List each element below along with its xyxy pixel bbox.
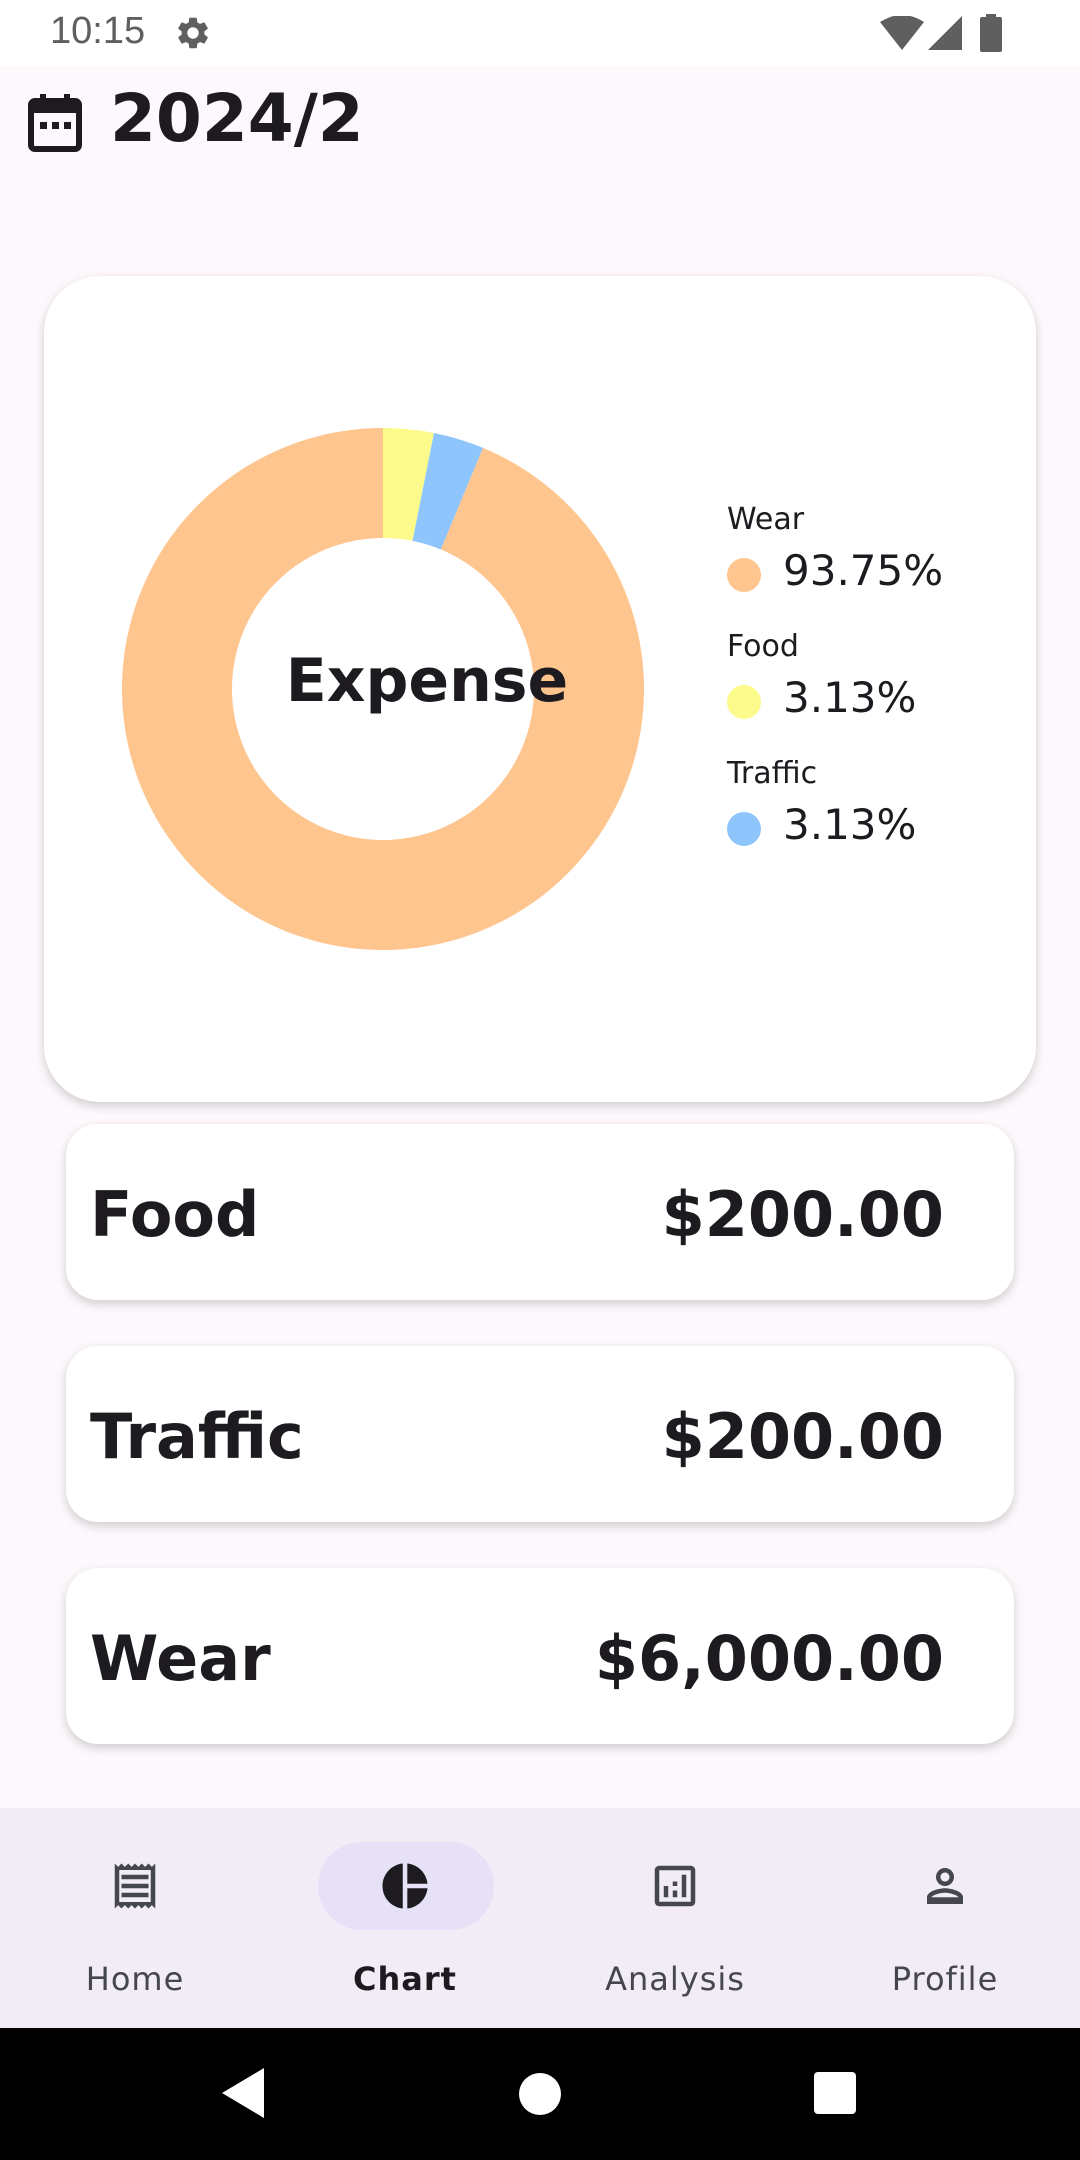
pie-chart-icon (382, 1863, 428, 1909)
nav-item-analysis[interactable]: Analysis (540, 1808, 810, 2028)
expense-amount: $200.00 (661, 1178, 944, 1251)
legend-item-wear: Wear 93.75% (727, 502, 1017, 629)
cellular-signal-icon (928, 16, 962, 50)
person-icon (927, 1868, 963, 1904)
nav-item-home[interactable]: Home (0, 1808, 270, 2028)
nav-label: Profile (891, 1960, 999, 1998)
legend-swatch (727, 558, 761, 592)
settings-gear-icon (178, 17, 208, 49)
page-title: 2024/2 (110, 80, 364, 157)
legend-swatch (727, 812, 761, 846)
expense-amount: $6,000.00 (594, 1622, 944, 1695)
bar-chart-icon (654, 1865, 696, 1907)
expense-category-name: Food (90, 1178, 260, 1251)
wifi-icon (880, 16, 924, 50)
nav-item-chart[interactable]: Chart (270, 1808, 540, 2028)
home-icon[interactable] (518, 2072, 562, 2116)
legend-item-traffic: Traffic 3.13% (727, 756, 1017, 883)
expense-row-food[interactable]: Food $200.00 (66, 1124, 1014, 1300)
expense-category-name: Wear (90, 1622, 271, 1695)
expense-row-wear[interactable]: Wear $6,000.00 (66, 1568, 1014, 1744)
back-icon[interactable] (222, 2068, 264, 2118)
legend-swatch (727, 685, 761, 719)
system-navigation-bar (0, 2028, 1080, 2160)
legend-label: Food (727, 629, 799, 664)
legend-value: 93.75% (783, 546, 944, 595)
expense-amount: $200.00 (661, 1400, 944, 1473)
legend-value: 3.13% (783, 673, 917, 722)
nav-label: Home (85, 1960, 185, 1998)
calendar-icon[interactable] (28, 94, 82, 152)
chart-legend: Wear 93.75% Food 3.13% Traffic 3.13% (727, 502, 1017, 883)
bottom-navigation-bar: Home Chart Analysis Profile (0, 1808, 1080, 2028)
legend-value: 3.13% (783, 800, 917, 849)
nav-label: Chart (353, 1960, 457, 1998)
expense-category-name: Traffic (90, 1400, 304, 1473)
expense-row-traffic[interactable]: Traffic $200.00 (66, 1346, 1014, 1522)
legend-item-food: Food 3.13% (727, 629, 1017, 756)
donut-center-label: Expense (285, 646, 569, 716)
battery-icon (980, 14, 1002, 52)
receipt-icon (114, 1863, 156, 1909)
recents-icon[interactable] (814, 2072, 856, 2114)
expense-chart-card: Expense Wear 93.75% Food 3.13% Traffic 3… (44, 276, 1036, 1102)
legend-label: Wear (727, 502, 805, 537)
nav-item-profile[interactable]: Profile (810, 1808, 1080, 2028)
nav-label: Analysis (605, 1960, 745, 1998)
status-bar: 10:15 (0, 0, 1080, 66)
status-time: 10:15 (50, 10, 146, 52)
legend-label: Traffic (727, 756, 818, 791)
